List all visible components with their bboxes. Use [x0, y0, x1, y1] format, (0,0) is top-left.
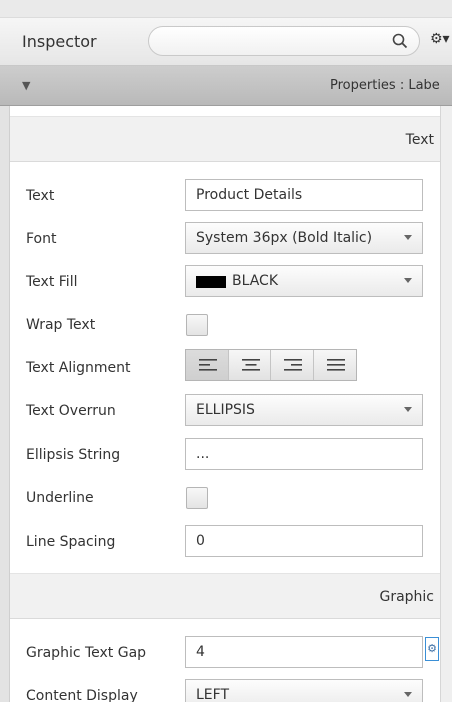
- search-icon: [392, 33, 408, 49]
- section-title-graphic: Graphic: [379, 589, 434, 605]
- properties-section-bar[interactable]: ▼ Properties : Labe: [0, 66, 452, 106]
- graphic-text-gap-field[interactable]: 4: [185, 636, 423, 668]
- triangle-down-icon[interactable]: ▼: [22, 79, 30, 92]
- color-swatch: [196, 276, 226, 288]
- label-text-alignment: Text Alignment: [26, 360, 131, 376]
- chevron-down-icon: [404, 235, 412, 240]
- chevron-down-icon: [404, 407, 412, 412]
- font-value: System 36px (Bold Italic): [196, 230, 373, 246]
- wrap-text-checkbox[interactable]: [186, 314, 208, 336]
- label-content-display: Content Display: [26, 688, 138, 702]
- align-center-icon: [241, 359, 260, 371]
- scrollbar[interactable]: [440, 106, 452, 702]
- align-justify-icon: [326, 359, 345, 371]
- text-alignment-group: [185, 349, 357, 381]
- text-overrun-select[interactable]: ELLIPSIS: [185, 394, 423, 426]
- align-justify-button[interactable]: [313, 350, 356, 380]
- inspector-title: Inspector: [22, 32, 97, 51]
- text-fill-value: BLACK: [232, 273, 279, 289]
- text-overrun-value: ELLIPSIS: [196, 402, 255, 418]
- label-ellipsis-string: Ellipsis String: [26, 447, 121, 463]
- section-header-text: Text: [10, 116, 440, 162]
- window-top-strip: [0, 0, 452, 18]
- text-fill-select[interactable]: BLACK: [185, 265, 423, 297]
- label-line-spacing: Line Spacing: [26, 534, 116, 550]
- properties-title: Properties : Labe: [330, 78, 440, 93]
- label-text: Text: [26, 188, 55, 204]
- inspector-panel: Inspector ⚙▾ ▼ Properties : Labe Text Te…: [0, 0, 452, 702]
- label-wrap-text: Wrap Text: [26, 317, 96, 333]
- chevron-down-icon: [404, 692, 412, 697]
- underline-checkbox[interactable]: [186, 487, 208, 509]
- inspector-header: Inspector ⚙▾: [0, 18, 452, 66]
- label-graphic-text-gap: Graphic Text Gap: [26, 645, 147, 661]
- chevron-down-icon: [404, 278, 412, 283]
- label-text-overrun: Text Overrun: [26, 403, 116, 419]
- align-center-button[interactable]: [228, 350, 271, 380]
- properties-content: Text Text Product Details Font System 36…: [10, 106, 440, 702]
- font-select[interactable]: System 36px (Bold Italic): [185, 222, 423, 254]
- align-left-icon: [199, 359, 217, 371]
- section-title-text: Text: [405, 132, 434, 148]
- align-right-button[interactable]: [271, 350, 314, 380]
- gear-icon[interactable]: ⚙▾: [430, 31, 452, 51]
- gear-icon[interactable]: ⚙: [425, 637, 439, 661]
- ellipsis-string-field[interactable]: ...: [185, 438, 423, 470]
- line-spacing-field[interactable]: 0: [185, 525, 423, 557]
- search-input[interactable]: [148, 26, 420, 56]
- text-field[interactable]: Product Details: [185, 179, 423, 211]
- align-left-button[interactable]: [186, 350, 229, 380]
- content-display-value: LEFT: [196, 687, 230, 702]
- section-header-graphic: Graphic: [10, 573, 440, 619]
- label-text-fill: Text Fill: [26, 274, 78, 290]
- left-rail: [0, 106, 10, 702]
- content-display-select[interactable]: LEFT: [185, 679, 423, 702]
- label-font: Font: [26, 231, 57, 247]
- align-right-icon: [284, 359, 302, 371]
- label-underline: Underline: [26, 490, 94, 506]
